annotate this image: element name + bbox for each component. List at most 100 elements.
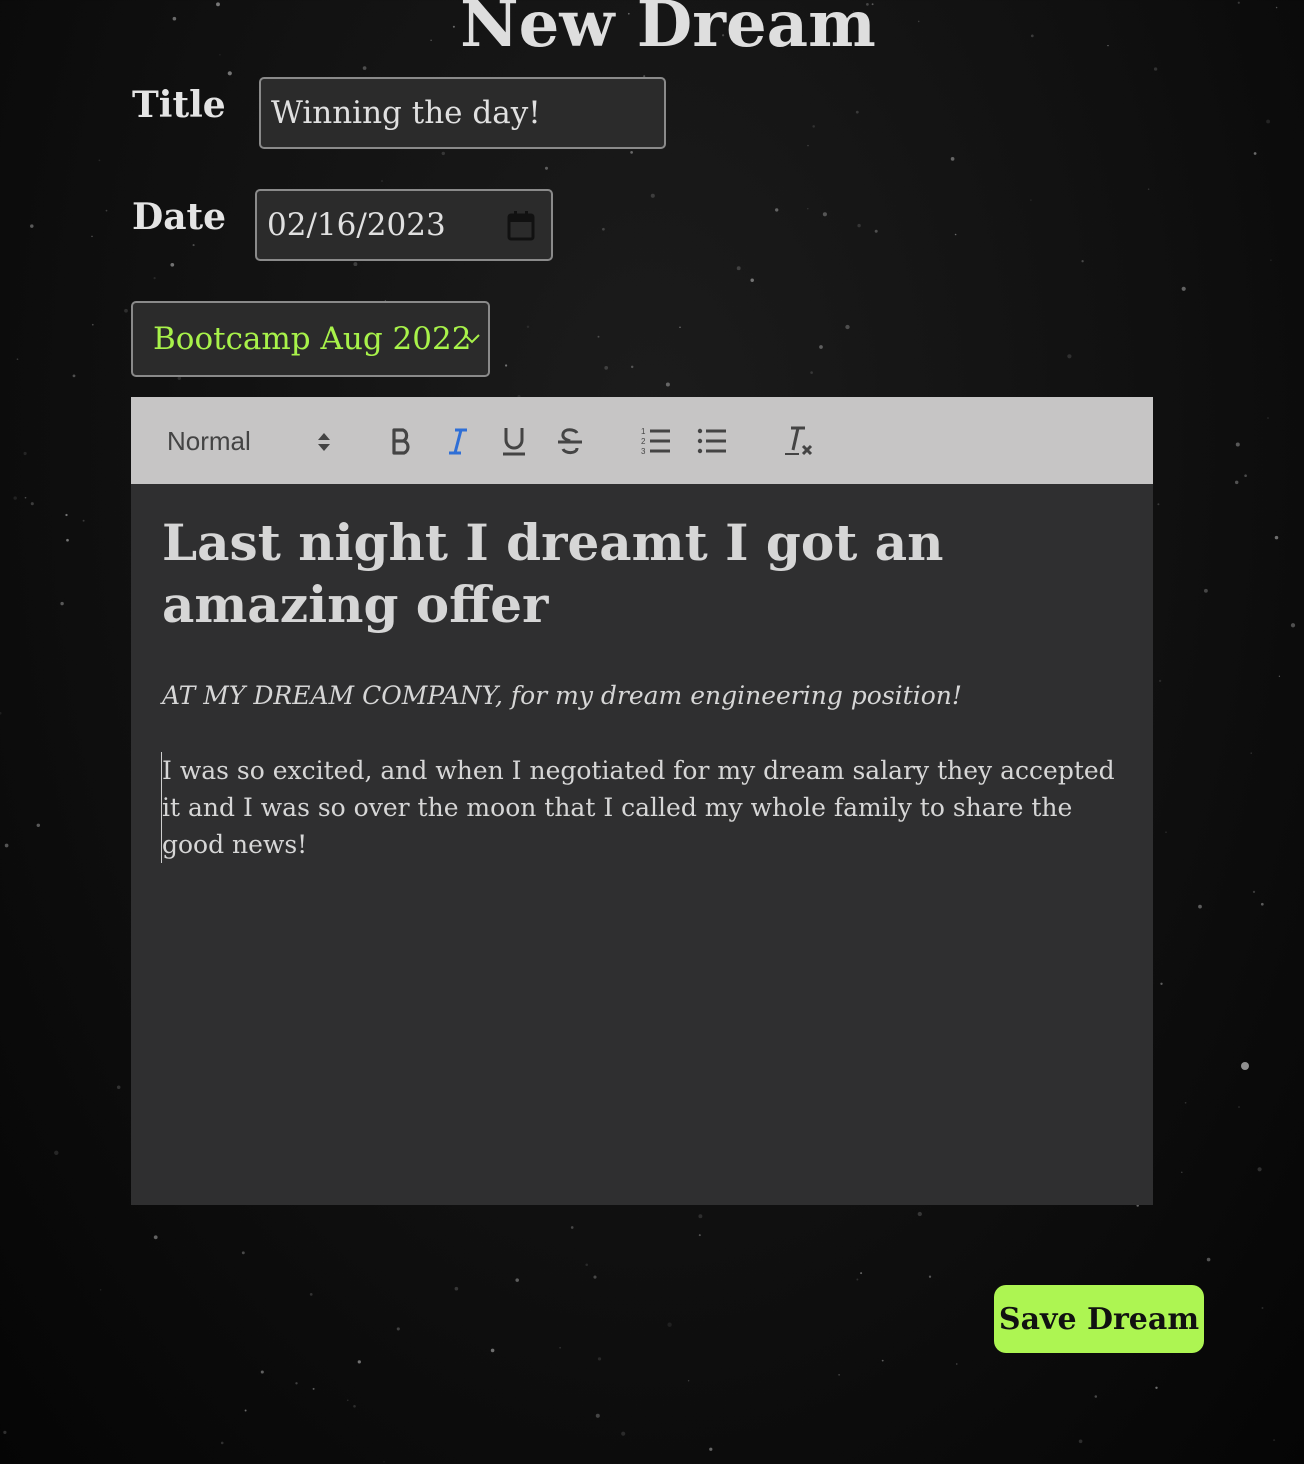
star: [709, 1447, 713, 1451]
star: [244, 1409, 247, 1412]
page-title: New Dream: [460, 0, 876, 62]
star: [99, 1289, 102, 1291]
bullet-list-icon: [697, 428, 726, 454]
star: [1250, 752, 1252, 754]
title-label: Title: [132, 84, 226, 126]
star: [312, 1387, 315, 1390]
star: [1203, 588, 1208, 593]
star: [1165, 831, 1167, 833]
star: [630, 365, 634, 369]
star: [1278, 675, 1281, 677]
italic-button[interactable]: [439, 421, 477, 461]
star: [454, 1286, 459, 1291]
star: [665, 382, 670, 387]
star: [1206, 1257, 1211, 1262]
star: [1253, 152, 1257, 155]
star: [544, 166, 549, 170]
star: [698, 1234, 701, 1237]
heading-picker[interactable]: Normal: [167, 421, 337, 461]
star: [1067, 354, 1072, 359]
star: [736, 266, 741, 271]
ordered-list-button[interactable]: 1 2 3: [637, 421, 675, 461]
star: [807, 144, 809, 147]
editor-heading: Last night I dreamt I got an amazing off…: [162, 513, 944, 634]
star: [170, 262, 175, 267]
star: [559, 1346, 561, 1349]
star: [65, 513, 68, 517]
star: [917, 1211, 922, 1217]
chevron-down-icon: [464, 334, 480, 344]
star: [13, 496, 17, 500]
star: [1290, 623, 1296, 628]
star: [1081, 260, 1084, 263]
star: [347, 1399, 349, 1401]
star: [1274, 535, 1279, 540]
star: [124, 308, 128, 313]
star: [153, 277, 156, 280]
dream-editor[interactable]: Last night I dreamt I got an amazing off…: [131, 484, 1153, 1205]
star: [60, 601, 64, 606]
svg-text:1: 1: [641, 427, 646, 436]
star: [441, 151, 445, 156]
title-input[interactable]: [259, 77, 666, 149]
star: [812, 125, 815, 128]
star: [396, 1327, 400, 1331]
clear-format-icon: [785, 426, 813, 456]
star: [1198, 904, 1202, 909]
star: [227, 71, 232, 76]
star: [153, 1235, 158, 1240]
star: [881, 1359, 884, 1362]
star: [260, 1370, 264, 1374]
star: [0, 711, 2, 715]
star: [82, 519, 85, 522]
star: [1184, 1101, 1187, 1104]
save-dream-button[interactable]: Save Dream: [994, 1285, 1204, 1353]
star: [928, 1275, 932, 1278]
star: [750, 278, 754, 283]
strikethrough-icon: [558, 428, 582, 455]
star: [353, 262, 358, 267]
date-label: Date: [132, 196, 227, 238]
group-select[interactable]: Bootcamp Aug 2022: [131, 301, 490, 377]
star: [72, 374, 76, 378]
star: [54, 1150, 59, 1155]
star: [1270, 259, 1272, 262]
star: [1266, 119, 1271, 124]
star: [105, 209, 108, 212]
editor-italic-line: AT MY DREAM COMPANY, for my dream engine…: [162, 681, 962, 710]
star: [1273, 1439, 1276, 1442]
strikethrough-button[interactable]: [551, 421, 589, 461]
star: [667, 1322, 672, 1327]
date-input[interactable]: 02/16/2023: [255, 189, 553, 261]
star: [66, 538, 69, 542]
star: [16, 358, 19, 361]
star: [1147, 188, 1150, 190]
star: [1235, 442, 1240, 447]
star: [585, 1263, 589, 1267]
star: [1030, 199, 1032, 201]
star: [23, 451, 27, 456]
heading-picker-value: Normal: [167, 426, 251, 456]
star: [630, 151, 633, 154]
clear-format-button[interactable]: [779, 421, 817, 461]
star: [807, 208, 809, 210]
star: [819, 345, 823, 349]
star: [526, 325, 530, 329]
star: [570, 1226, 574, 1229]
underline-button[interactable]: [495, 421, 533, 461]
star: [1267, 417, 1269, 419]
star: [309, 1293, 313, 1296]
bullet-list-button[interactable]: [693, 421, 731, 461]
star: [1241, 1062, 1249, 1070]
star: [950, 157, 955, 161]
star: [515, 1278, 519, 1282]
star: [91, 235, 93, 238]
star: [597, 335, 600, 338]
calendar-icon[interactable]: [507, 211, 535, 241]
star: [810, 371, 813, 374]
star: [192, 244, 195, 247]
star: [679, 326, 681, 328]
star: [855, 110, 859, 114]
star: [874, 229, 878, 233]
bold-button[interactable]: [383, 421, 421, 461]
